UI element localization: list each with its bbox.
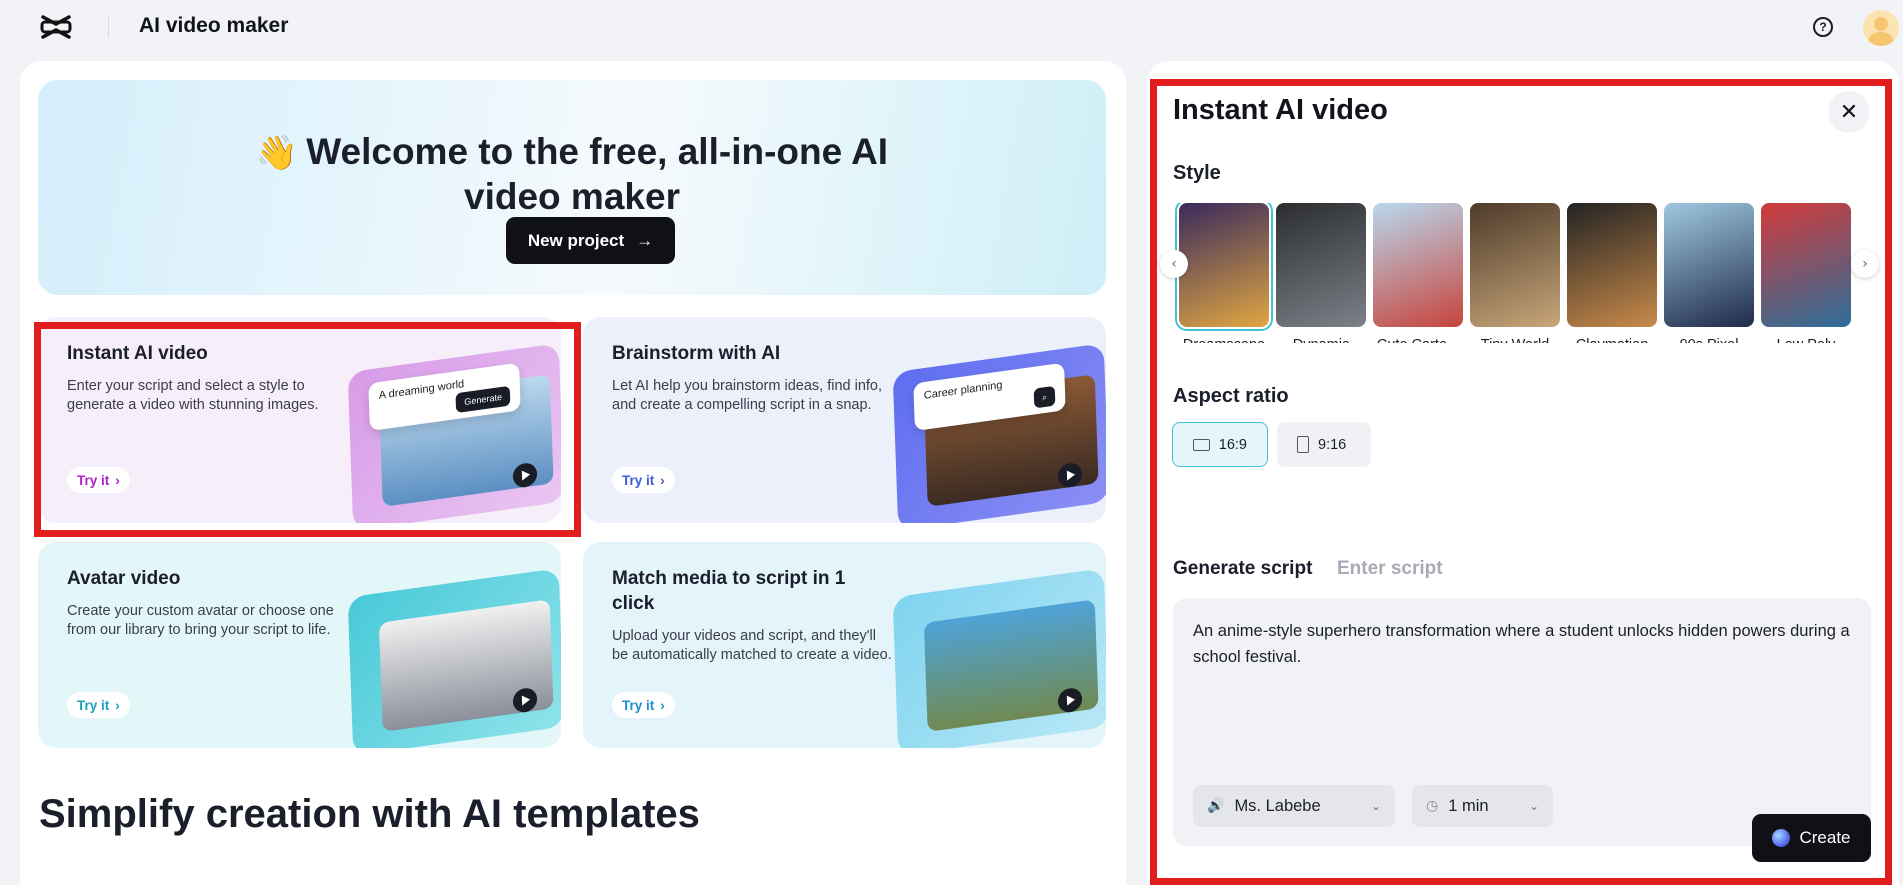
top-bar: AI video maker ? — [0, 0, 1903, 56]
chevron-right-icon: › — [115, 472, 120, 488]
style-option[interactable]: Tiny World — [1470, 203, 1560, 343]
script-text[interactable]: An anime-style superhero transformation … — [1193, 618, 1853, 670]
try-it-button[interactable]: Try it › — [612, 692, 675, 718]
tab-generate-script[interactable]: Generate script — [1173, 558, 1312, 580]
waving-hand-icon: 👋 — [255, 134, 299, 172]
style-name: Low Poly — [1761, 337, 1851, 343]
card-title: Instant AI video — [67, 343, 208, 364]
search-icon: ⌕ — [1033, 385, 1056, 409]
card-title: Brainstorm with AI — [612, 343, 781, 364]
voice-select[interactable]: 🔊 Ms. Labebe ⌄ — [1193, 785, 1395, 827]
style-thumbnail — [1175, 203, 1273, 331]
card-description: Create your custom avatar or choose one … — [67, 603, 334, 638]
style-thumbnail — [1567, 203, 1657, 327]
create-button[interactable]: Create — [1752, 814, 1871, 862]
chevron-right-icon: › — [115, 697, 120, 713]
style-name: 90s Pixel — [1664, 337, 1754, 343]
style-label: Style — [1173, 162, 1221, 184]
chevron-down-icon: ⌄ — [1370, 799, 1381, 813]
portrait-icon — [1297, 436, 1309, 453]
aspect-16-9-button[interactable]: 16:9 — [1172, 422, 1268, 467]
card-illustration — [347, 568, 561, 748]
arrow-right-icon: → — [636, 230, 654, 250]
user-avatar[interactable] — [1863, 10, 1899, 46]
instant-ai-video-panel: Instant AI video ✕ Style Dreamscape Dynam… — [1147, 61, 1899, 885]
style-name: Dreamscape — [1179, 337, 1269, 343]
aspect-9-16-button[interactable]: 9:16 — [1277, 422, 1371, 467]
carousel-prev-icon[interactable]: ‹ — [1160, 250, 1188, 278]
match-media-card[interactable]: Match media to script in 1 click Upload … — [583, 542, 1106, 748]
duration-select[interactable]: ◷ 1 min ⌄ — [1412, 785, 1553, 827]
card-title: Avatar video — [67, 568, 181, 589]
help-icon[interactable]: ? — [1813, 17, 1833, 37]
card-description: Let AI help you brainstorm ideas, find i… — [612, 378, 883, 413]
style-thumbnail — [1761, 203, 1851, 327]
brainstorm-card[interactable]: Brainstorm with AI Let AI help you brain… — [583, 317, 1106, 523]
chevron-down-icon: ⌄ — [1528, 799, 1539, 813]
avatar-video-card[interactable]: Avatar video Create your custom avatar o… — [38, 542, 561, 748]
chevron-right-icon: › — [660, 472, 665, 488]
carousel-next-icon[interactable]: › — [1851, 250, 1879, 278]
header-divider — [108, 16, 109, 38]
style-thumbnail — [1664, 203, 1754, 327]
welcome-title: 👋 Welcome to the free, all-in-one AI vide… — [255, 131, 889, 217]
style-option[interactable]: Dynamic — [1276, 203, 1366, 343]
style-name: Dynamic — [1276, 337, 1366, 343]
script-input[interactable]: An anime-style superhero transformation … — [1173, 598, 1871, 846]
panel-title: Instant AI video — [1173, 94, 1388, 126]
chevron-right-icon: › — [660, 697, 665, 713]
new-project-button[interactable]: New project → — [506, 217, 675, 264]
create-orb-icon — [1772, 829, 1791, 847]
try-it-button[interactable]: Try it › — [67, 467, 130, 493]
card-illustration: Career planning ⌕ — [892, 343, 1106, 523]
left-panel: 👋 Welcome to the free, all-in-one AI vide… — [20, 61, 1126, 885]
style-name: Cute Carto... — [1373, 337, 1463, 343]
style-option[interactable]: Dreamscape — [1175, 203, 1273, 343]
clock-icon: ◷ — [1426, 798, 1439, 814]
style-thumbnail — [1470, 203, 1560, 327]
card-illustration: A dreaming world Generate — [347, 343, 561, 523]
try-it-button[interactable]: Try it › — [612, 467, 675, 493]
style-option[interactable]: Claymation — [1567, 203, 1657, 343]
card-description: Enter your script and select a style to … — [67, 378, 319, 413]
style-name: Claymation — [1567, 337, 1657, 343]
templates-section-title: Simplify creation with AI templates — [39, 792, 700, 836]
style-thumbnail — [1373, 203, 1463, 327]
style-name: Tiny World — [1470, 337, 1560, 343]
card-title: Match media to script in 1 click — [612, 568, 846, 614]
style-option[interactable]: Cute Carto... — [1373, 203, 1463, 343]
try-it-button[interactable]: Try it › — [67, 692, 130, 718]
style-carousel: Dreamscape Dynamic Cute Carto... Tiny World… — [1175, 203, 1865, 343]
voice-icon: 🔊 — [1207, 798, 1225, 814]
tab-enter-script[interactable]: Enter script — [1337, 558, 1443, 580]
capcut-logo-icon[interactable] — [40, 13, 72, 41]
aspect-ratio-label: Aspect ratio — [1173, 385, 1289, 407]
card-description: Upload your videos and script, and they'… — [612, 628, 892, 663]
close-icon[interactable]: ✕ — [1828, 91, 1870, 133]
style-thumbnail — [1276, 203, 1366, 327]
instant-ai-video-card[interactable]: Instant AI video Enter your script and s… — [38, 317, 561, 523]
style-option[interactable]: 90s Pixel — [1664, 203, 1754, 343]
app-title: AI video maker — [139, 14, 289, 37]
style-option[interactable]: Low Poly — [1761, 203, 1851, 343]
welcome-banner: 👋 Welcome to the free, all-in-one AI vide… — [38, 80, 1106, 295]
card-illustration — [892, 568, 1106, 748]
landscape-icon — [1193, 438, 1210, 451]
